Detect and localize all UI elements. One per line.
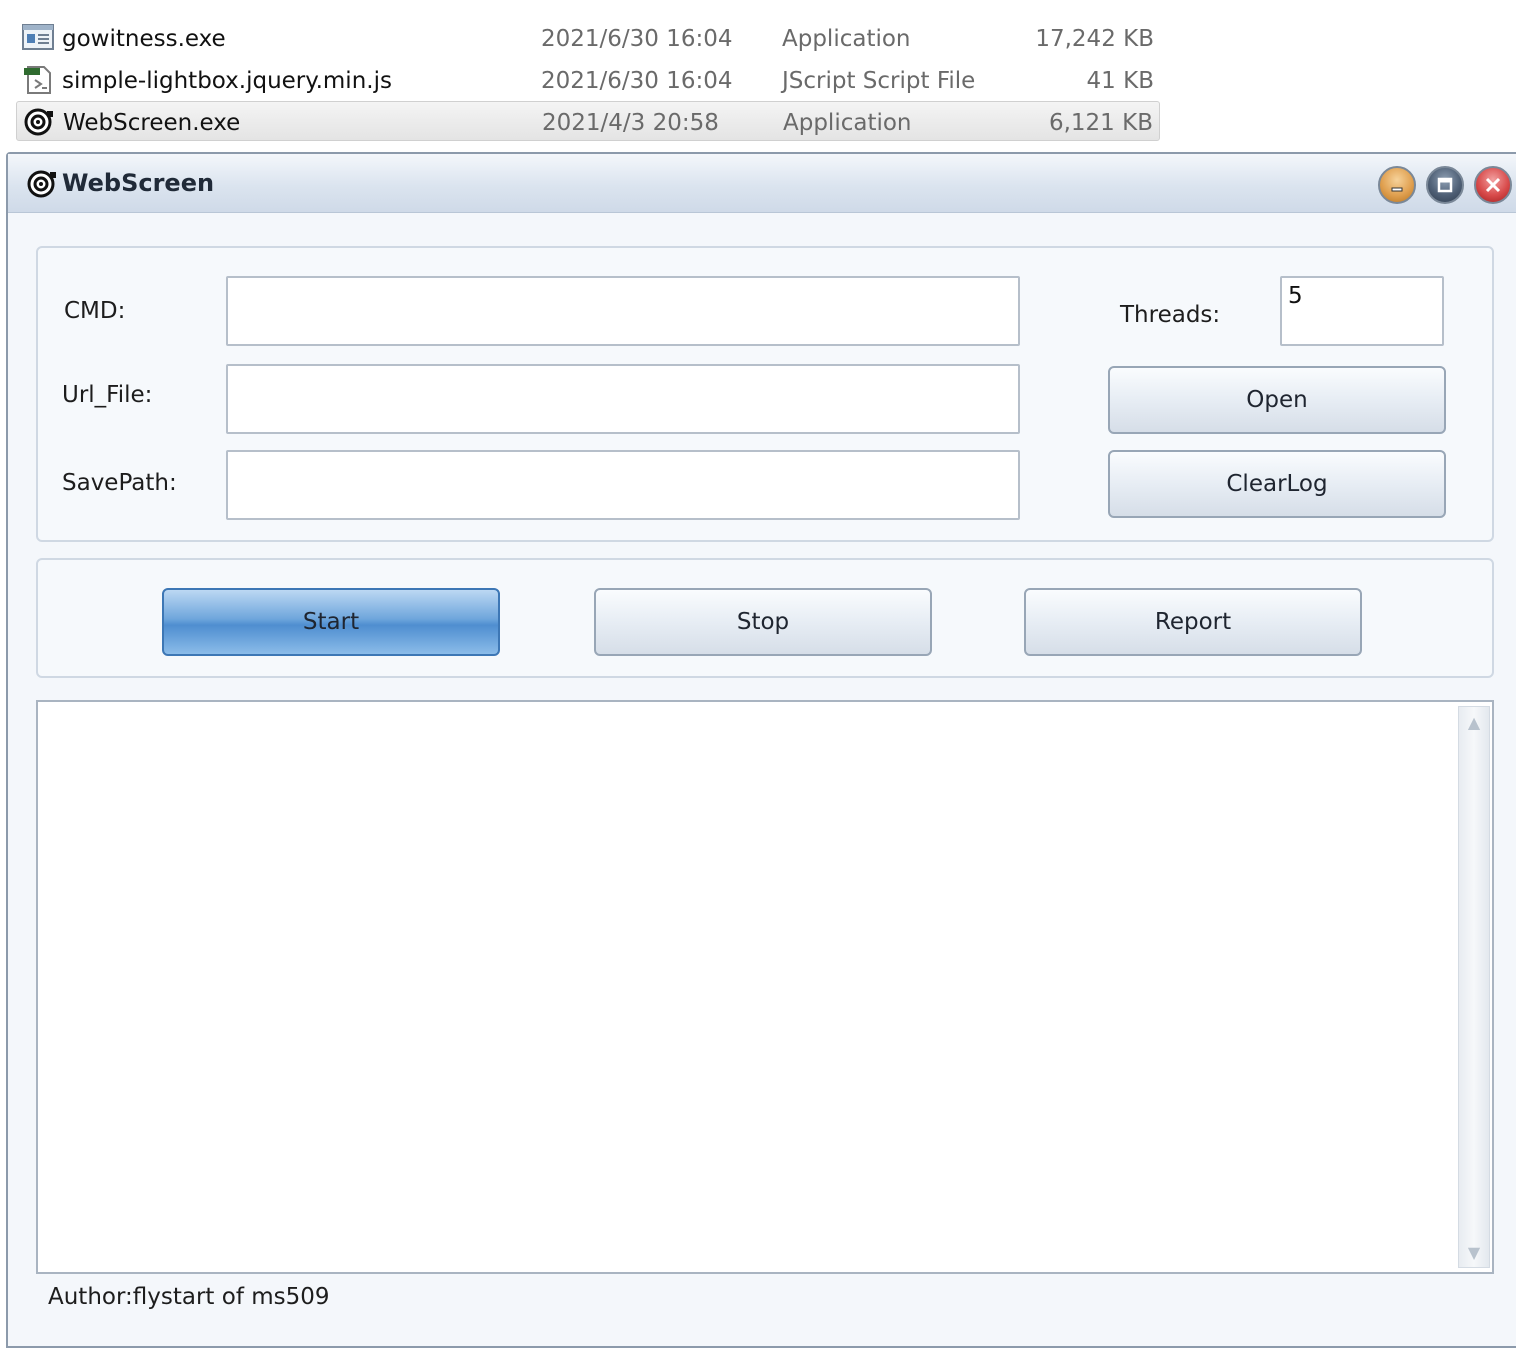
app-window-icon xyxy=(22,24,54,50)
author-credit: Author:flystart of ms509 xyxy=(48,1284,330,1310)
file-name: WebScreen.exe xyxy=(63,110,241,136)
start-button[interactable]: Start xyxy=(162,588,500,656)
webscreen-app-icon xyxy=(27,170,56,198)
cmd-label: CMD: xyxy=(64,298,126,324)
threads-input[interactable] xyxy=(1280,276,1444,346)
file-type: Application xyxy=(783,110,912,136)
webscreen-window: WebScreen CMD: Url_File: SavePath: Threa… xyxy=(6,152,1516,1348)
url-file-input[interactable] xyxy=(226,364,1020,434)
log-scrollbar[interactable]: ▲ ▼ xyxy=(1458,706,1490,1268)
file-size: 17,242 KB xyxy=(1035,26,1154,52)
file-row-webscreen[interactable]: WebScreen.exe 2021/4/3 20:58 Application… xyxy=(16,101,1160,141)
scroll-down-arrow-icon[interactable]: ▼ xyxy=(1459,1237,1489,1267)
url-file-label: Url_File: xyxy=(62,382,153,408)
file-size: 6,121 KB xyxy=(1048,110,1153,136)
file-size: 41 KB xyxy=(1086,68,1154,94)
minimize-icon xyxy=(1391,187,1403,192)
close-button[interactable] xyxy=(1474,166,1512,204)
clear-log-button[interactable]: ClearLog xyxy=(1108,450,1446,518)
maximize-icon xyxy=(1437,177,1453,193)
settings-group: CMD: Url_File: SavePath: Threads: Open C… xyxy=(36,246,1494,542)
title-bar[interactable]: WebScreen xyxy=(8,154,1516,213)
file-row-gowitness[interactable]: gowitness.exe 2021/6/30 16:04 Applicatio… xyxy=(16,18,1160,58)
file-date: 2021/6/30 16:04 xyxy=(541,26,733,52)
window-title: WebScreen xyxy=(62,169,215,197)
file-type: Application xyxy=(782,26,911,52)
threads-label: Threads: xyxy=(1120,302,1221,328)
file-type: JScript Script File xyxy=(782,68,976,94)
report-button[interactable]: Report xyxy=(1024,588,1362,656)
save-path-input[interactable] xyxy=(226,450,1020,520)
close-icon xyxy=(1485,177,1501,193)
log-output: ▲ ▼ xyxy=(36,700,1494,1274)
script-file-icon xyxy=(24,66,51,94)
file-date: 2021/6/30 16:04 xyxy=(541,68,733,94)
open-button[interactable]: Open xyxy=(1108,366,1446,434)
file-name: simple-lightbox.jquery.min.js xyxy=(62,68,392,94)
file-name: gowitness.exe xyxy=(62,26,226,52)
webscreen-app-icon xyxy=(24,108,53,136)
stop-button[interactable]: Stop xyxy=(594,588,932,656)
file-date: 2021/4/3 20:58 xyxy=(542,110,719,136)
save-path-label: SavePath: xyxy=(62,470,177,496)
scroll-up-arrow-icon[interactable]: ▲ xyxy=(1459,707,1489,737)
maximize-button[interactable] xyxy=(1426,166,1464,204)
actions-group: Start Stop Report xyxy=(36,558,1494,678)
log-textarea[interactable] xyxy=(38,702,1456,1272)
cmd-input[interactable] xyxy=(226,276,1020,346)
minimize-button[interactable] xyxy=(1378,166,1416,204)
file-row-simple-lightbox[interactable]: simple-lightbox.jquery.min.js 2021/6/30 … xyxy=(16,60,1160,100)
